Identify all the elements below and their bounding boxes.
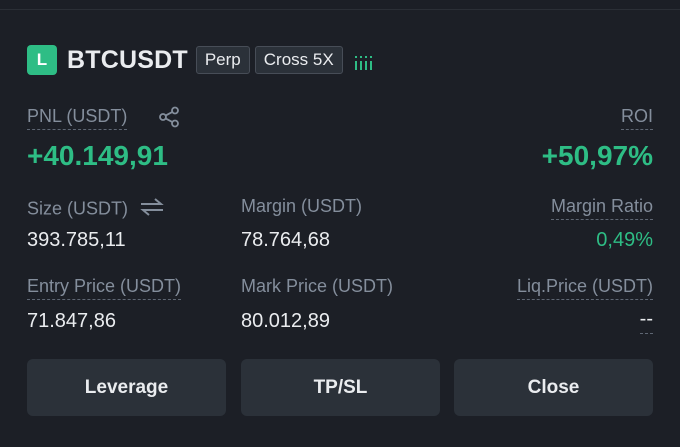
position-card: L BTCUSDT Perp Cross 5X PNL (USDT) +40.1… xyxy=(0,0,680,447)
liq-price-value: -- xyxy=(639,308,653,334)
margin-value: 78.764,68 xyxy=(241,229,330,251)
adl-indicator-icon[interactable] xyxy=(354,50,372,70)
margin-ratio-label[interactable]: Margin Ratio xyxy=(550,196,653,220)
long-badge: L xyxy=(27,45,57,75)
symbol-title[interactable]: BTCUSDT xyxy=(67,46,188,75)
mark-price-value: 80.012,89 xyxy=(241,310,330,332)
tpsl-button[interactable]: TP/SL xyxy=(241,359,440,416)
leverage-button[interactable]: Leverage xyxy=(27,359,226,416)
pnl-label[interactable]: PNL (USDT) xyxy=(27,106,128,130)
roi-label[interactable]: ROI xyxy=(620,106,653,130)
close-button[interactable]: Close xyxy=(454,359,653,416)
entry-price-value: 71.847,86 xyxy=(27,310,116,332)
share-icon[interactable] xyxy=(158,106,180,133)
contract-type-tag: Perp xyxy=(195,46,250,74)
liq-price-label[interactable]: Liq.Price (USDT) xyxy=(516,276,653,300)
margin-ratio-value: 0,49% xyxy=(596,229,653,251)
position-header: L BTCUSDT Perp Cross 5X xyxy=(27,45,372,75)
size-label-text: Size (USDT) xyxy=(27,198,129,219)
margin-mode-tag[interactable]: Cross 5X xyxy=(254,46,343,74)
swap-arrows-icon[interactable] xyxy=(139,196,165,223)
mark-price-label: Mark Price (USDT) xyxy=(241,276,393,296)
pnl-value: +40.149,91 xyxy=(27,140,168,171)
margin-label: Margin (USDT) xyxy=(241,196,363,216)
entry-price-label[interactable]: Entry Price (USDT) xyxy=(27,276,182,300)
pnl-label-text: PNL (USDT) xyxy=(27,106,128,126)
size-label: Size (USDT) xyxy=(27,196,165,225)
roi-value: +50,97% xyxy=(541,140,653,171)
size-value: 393.785,11 xyxy=(27,229,126,251)
